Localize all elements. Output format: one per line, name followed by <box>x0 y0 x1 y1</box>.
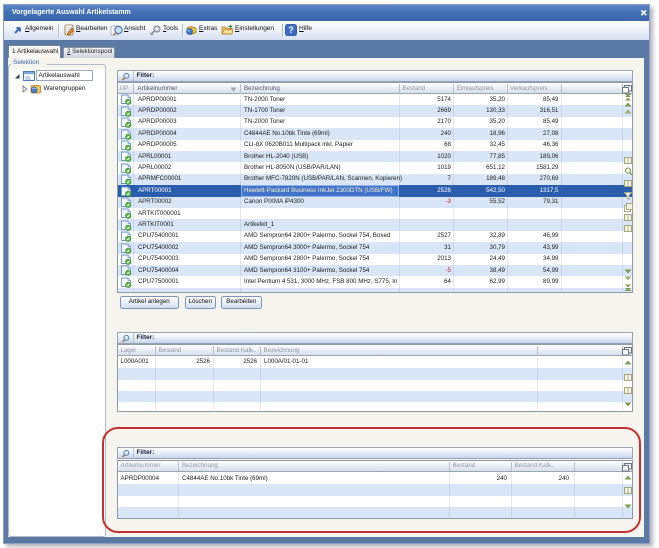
svg-text:?: ? <box>288 25 294 35</box>
